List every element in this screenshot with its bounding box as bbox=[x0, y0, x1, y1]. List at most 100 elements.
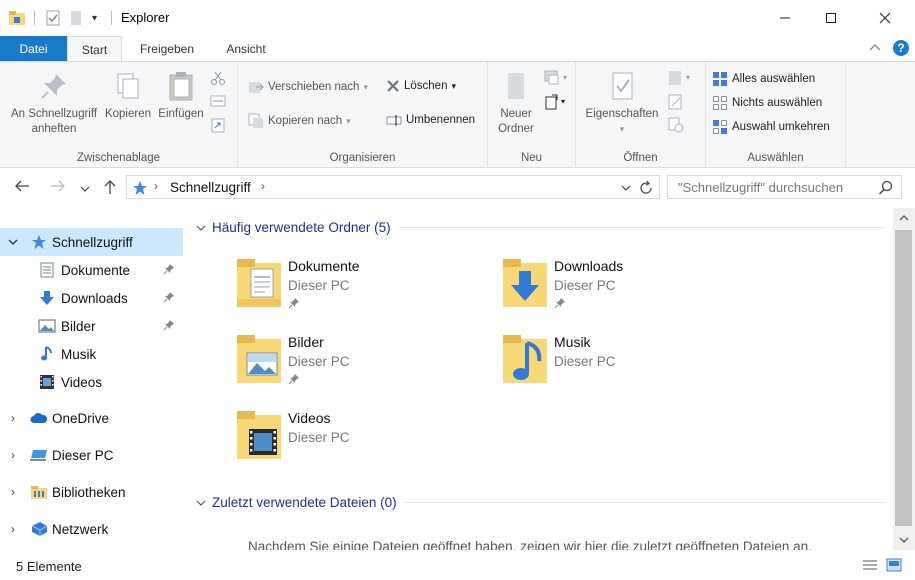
copy-label: Kopieren bbox=[104, 108, 152, 120]
tab-datei[interactable]: Datei bbox=[0, 36, 67, 62]
select-none-button[interactable]: Nichts auswählen bbox=[712, 95, 822, 111]
tab-freigeben[interactable]: Freigeben bbox=[128, 36, 206, 62]
nav-this-pc-label: Dieser PC bbox=[52, 447, 114, 463]
minimize-button[interactable] bbox=[762, 0, 808, 36]
nav-item-videos[interactable]: Videos bbox=[0, 368, 183, 396]
select-all-button[interactable]: Alles auswählen bbox=[712, 71, 815, 87]
cut-icon[interactable] bbox=[210, 70, 226, 89]
nav-libraries[interactable]: › Bibliotheken bbox=[0, 478, 183, 506]
new-item-icon[interactable]: ▾ bbox=[544, 70, 568, 89]
search-icon[interactable] bbox=[878, 180, 893, 195]
tab-ansicht[interactable]: Ansicht bbox=[214, 36, 278, 62]
vertical-scrollbar[interactable] bbox=[893, 208, 915, 550]
chevron-right-icon[interactable]: › bbox=[6, 485, 20, 499]
properties-button[interactable]: Eigenschaften ▾ bbox=[582, 70, 662, 137]
folder-tile-bilder[interactable]: Bilder Dieser PC bbox=[235, 333, 485, 399]
properties-quick-icon[interactable] bbox=[45, 9, 61, 27]
pin-icon[interactable] bbox=[163, 263, 175, 275]
folder-tile-videos[interactable]: Videos Dieser PC bbox=[235, 409, 485, 475]
nav-item-dokumente[interactable]: Dokumente bbox=[0, 256, 183, 284]
nav-item-musik[interactable]: Musik bbox=[0, 340, 183, 368]
copy-to-button[interactable]: Kopieren nach ▾ bbox=[248, 113, 351, 129]
group-label-organisieren: Organisieren bbox=[329, 152, 396, 164]
forward-button[interactable] bbox=[50, 179, 66, 197]
new-folder-icon bbox=[508, 73, 524, 99]
item-count: 5 Elemente bbox=[16, 559, 82, 574]
open-icon[interactable]: ▾ bbox=[668, 70, 692, 89]
select-all-icon bbox=[713, 72, 727, 86]
chevron-right-icon[interactable]: › bbox=[6, 411, 20, 425]
address-bar[interactable]: › Schnellzugriff › bbox=[126, 175, 660, 199]
details-view-icon[interactable] bbox=[862, 559, 878, 571]
chevron-right-icon[interactable]: › bbox=[6, 448, 20, 462]
status-bar: 5 Elemente bbox=[0, 550, 915, 580]
paste-button[interactable]: Einfügen bbox=[155, 70, 207, 122]
pin-label-2: anheften bbox=[31, 123, 77, 135]
easy-access-icon[interactable]: ▾ bbox=[544, 94, 568, 113]
move-to-icon bbox=[249, 82, 264, 93]
library-icon bbox=[28, 483, 50, 501]
maximize-button[interactable] bbox=[808, 0, 854, 36]
navigation-pane: Schnellzugriff Dokumente Downloads Bilde… bbox=[0, 212, 185, 550]
tab-start[interactable]: Start bbox=[67, 36, 122, 62]
folder-name: Dokumente bbox=[288, 258, 360, 274]
search-box[interactable]: "Schnellzugriff" durchsuchen bbox=[667, 175, 902, 199]
group-organisieren: Verschieben nach ▾ Kopieren nach ▾ Löschen… bbox=[238, 62, 488, 168]
edit-icon[interactable] bbox=[668, 94, 684, 113]
scrollbar-thumb[interactable] bbox=[895, 230, 912, 526]
pin-quick-access-button[interactable]: An Schnellzugriff anheften bbox=[6, 70, 102, 137]
folder-tile-downloads[interactable]: Downloads Dieser PC bbox=[501, 257, 751, 323]
close-button[interactable] bbox=[862, 0, 908, 36]
chevron-down-icon bbox=[80, 186, 90, 192]
pin-icon[interactable] bbox=[163, 319, 175, 331]
chevron-right-icon[interactable]: › bbox=[6, 522, 20, 536]
folder-location: Dieser PC bbox=[288, 430, 350, 445]
recent-locations-button[interactable] bbox=[80, 181, 90, 198]
refresh-icon[interactable] bbox=[638, 180, 654, 196]
delete-label: Löschen bbox=[404, 80, 448, 92]
pin-icon[interactable] bbox=[163, 291, 175, 303]
up-button[interactable] bbox=[103, 179, 117, 199]
nav-network-label: Netzwerk bbox=[52, 521, 109, 537]
delete-button[interactable]: Löschen ▾ bbox=[386, 79, 456, 93]
rename-button[interactable]: Umbenennen bbox=[386, 113, 475, 127]
pictures-folder-icon bbox=[237, 335, 281, 383]
scroll-down-icon[interactable] bbox=[899, 536, 909, 544]
customize-quick-access-icon[interactable]: ▾ bbox=[92, 9, 97, 27]
invert-selection-button[interactable]: Auswahl umkehren bbox=[712, 119, 830, 135]
folder-tile-dokumente[interactable]: Dokumente Dieser PC bbox=[235, 257, 485, 323]
frequent-folders-header[interactable]: Häufig verwendete Ordner (5) bbox=[196, 220, 883, 235]
copy-path-icon[interactable] bbox=[210, 94, 226, 111]
nav-item-label: Musik bbox=[61, 346, 97, 362]
svg-text:▾: ▾ bbox=[561, 97, 565, 106]
nav-quick-access[interactable]: Schnellzugriff bbox=[0, 228, 183, 256]
nav-network[interactable]: › Netzwerk bbox=[0, 515, 183, 543]
move-to-button[interactable]: Verschieben nach ▾ bbox=[248, 79, 368, 95]
help-icon[interactable]: ? bbox=[892, 39, 910, 60]
recent-files-header[interactable]: Zuletzt verwendete Dateien (0) bbox=[196, 495, 885, 510]
breadcrumb-chevron[interactable]: › bbox=[261, 179, 265, 193]
paste-shortcut-icon[interactable] bbox=[210, 117, 226, 136]
back-button[interactable] bbox=[14, 179, 30, 197]
pin-icon bbox=[41, 74, 66, 99]
scroll-up-icon[interactable] bbox=[899, 214, 909, 222]
collapse-ribbon-icon[interactable] bbox=[868, 41, 882, 58]
nav-onedrive[interactable]: › OneDrive bbox=[0, 404, 183, 432]
forward-arrow-icon bbox=[51, 180, 65, 192]
large-icons-view-icon[interactable] bbox=[886, 558, 902, 572]
pin-icon bbox=[554, 298, 565, 309]
copy-button[interactable]: Kopieren bbox=[102, 70, 154, 122]
nav-item-downloads[interactable]: Downloads bbox=[0, 284, 183, 312]
new-folder-quick-icon[interactable] bbox=[69, 9, 83, 27]
title-bar: ▾ Explorer bbox=[0, 0, 915, 36]
chevron-down-icon[interactable] bbox=[6, 235, 20, 249]
folder-tile-musik[interactable]: Musik Dieser PC bbox=[501, 333, 751, 399]
nav-this-pc[interactable]: › Dieser PC bbox=[0, 441, 183, 469]
new-folder-button[interactable]: Neuer Ordner bbox=[492, 70, 540, 137]
history-icon[interactable] bbox=[668, 117, 684, 136]
breadcrumb-quick-access[interactable]: Schnellzugriff bbox=[170, 180, 251, 195]
address-dropdown-icon[interactable] bbox=[621, 184, 631, 192]
svg-text:▾: ▾ bbox=[563, 73, 567, 82]
breadcrumb-separator[interactable]: › bbox=[154, 179, 158, 193]
nav-item-bilder[interactable]: Bilder bbox=[0, 312, 183, 340]
